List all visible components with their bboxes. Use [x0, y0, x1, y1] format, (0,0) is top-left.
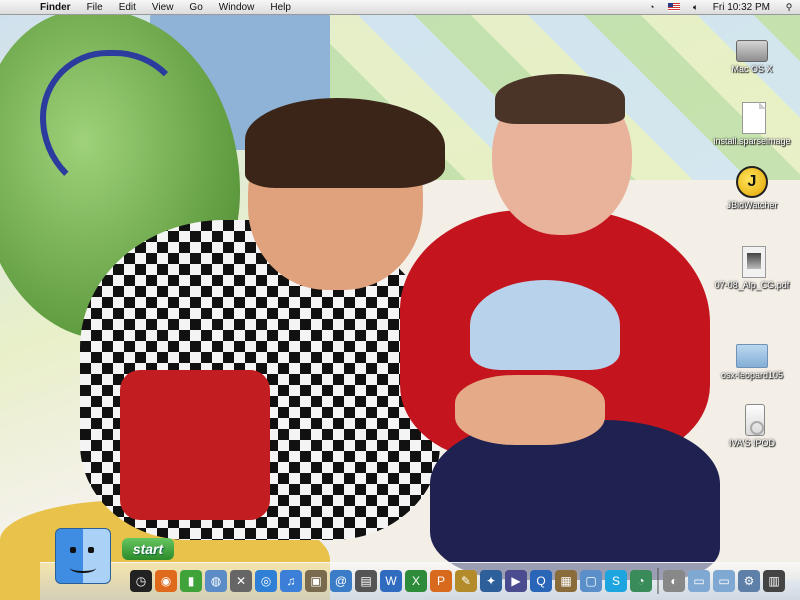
menu-window[interactable]: Window: [211, 0, 263, 15]
desktop-icon-jbidwatcher[interactable]: J JBidWatcher: [712, 166, 792, 210]
time-machine-dock-icon[interactable]: ◔: [630, 570, 652, 592]
dock-items: ◷ ◉ ▮ ◍ ✕ ◎ ♫ ▣ @ ▤ W X P ✎ ✦ ▶ Q ▦ ▢ S ◔ ◐ ▭ ▭ ⚙ ▥: [130, 560, 788, 600]
spotlight-search-icon[interactable]: ⚲: [782, 1, 796, 13]
ipod-icon: [745, 404, 765, 436]
downloads-stack-dock-icon[interactable]: ▭: [713, 570, 735, 592]
folder-icon: [736, 344, 768, 368]
pdf-icon: [742, 246, 766, 278]
finder-window-dock-icon[interactable]: ▢: [580, 570, 602, 592]
quicktime-dock-icon[interactable]: Q: [530, 570, 552, 592]
menu-help[interactable]: Help: [262, 0, 299, 15]
photos-app-dock-icon[interactable]: ▦: [555, 570, 577, 592]
imovie-dock-icon[interactable]: ▶: [505, 570, 527, 592]
trash-dock-icon[interactable]: ▥: [763, 570, 785, 592]
menu-go[interactable]: Go: [181, 0, 210, 15]
menu-file[interactable]: File: [79, 0, 111, 15]
start-button[interactable]: start: [122, 538, 174, 560]
desktop-icon-osx-leopard105[interactable]: osx-leopard105: [712, 338, 792, 380]
wifi-icon[interactable]: ◔: [645, 1, 659, 13]
desktop-icon-pdf[interactable]: 07-08_Alp_CG.pdf: [712, 246, 792, 290]
mail-dock-icon[interactable]: @: [330, 570, 352, 592]
skype-dock-icon[interactable]: S: [605, 570, 627, 592]
apple-menu-icon[interactable]: [12, 1, 26, 13]
firefox-dock-icon[interactable]: ◉: [155, 570, 177, 592]
menubar-clock[interactable]: Fri 10:32 PM: [713, 2, 770, 13]
dashboard-dock-icon[interactable]: ◷: [130, 570, 152, 592]
battery-app-dock-icon[interactable]: ▮: [180, 570, 202, 592]
paint-app-dock-icon[interactable]: ✎: [455, 570, 477, 592]
document-icon: [742, 102, 766, 134]
desktop-icon-mac-os-x[interactable]: Mac OS X: [712, 34, 792, 74]
excel-dock-icon[interactable]: X: [405, 570, 427, 592]
menu-finder[interactable]: Finder: [38, 0, 79, 15]
network-app-dock-icon[interactable]: ◍: [205, 570, 227, 592]
powerpoint-dock-icon[interactable]: P: [430, 570, 452, 592]
dock-separator: [657, 568, 659, 594]
documents-stack-dock-icon[interactable]: ▭: [688, 570, 710, 592]
itunes-dock-icon[interactable]: ♫: [280, 570, 302, 592]
hard-drive-icon: [736, 40, 768, 62]
input-menu-flag-icon[interactable]: [667, 1, 681, 13]
menu-view[interactable]: View: [144, 0, 182, 15]
system-prefs-dock-icon[interactable]: ⚙: [738, 570, 760, 592]
desktop-wallpaper: [0, 0, 800, 600]
xcode-dock-icon[interactable]: ✕: [230, 570, 252, 592]
desktop-icon-ipod[interactable]: IVA'S IPOD: [712, 404, 792, 448]
applications-stack-dock-icon[interactable]: ◐: [663, 570, 685, 592]
safari-dock-icon[interactable]: ◎: [255, 570, 277, 592]
menu-edit[interactable]: Edit: [111, 0, 144, 15]
finder-dock-icon[interactable]: [55, 528, 111, 584]
desktop-icon-install-sparseimage[interactable]: install.sparseimage: [712, 102, 792, 146]
word-dock-icon[interactable]: W: [380, 570, 402, 592]
photoshop-dock-icon[interactable]: ✦: [480, 570, 502, 592]
iphoto-dock-icon[interactable]: ▣: [305, 570, 327, 592]
preview-dock-icon[interactable]: ▤: [355, 570, 377, 592]
volume-icon[interactable]: 🔈︎: [689, 1, 703, 13]
menu-bar: Finder File Edit View Go Window Help ◔ 🔈…: [0, 0, 800, 15]
jbidwatcher-icon: J: [736, 166, 768, 198]
